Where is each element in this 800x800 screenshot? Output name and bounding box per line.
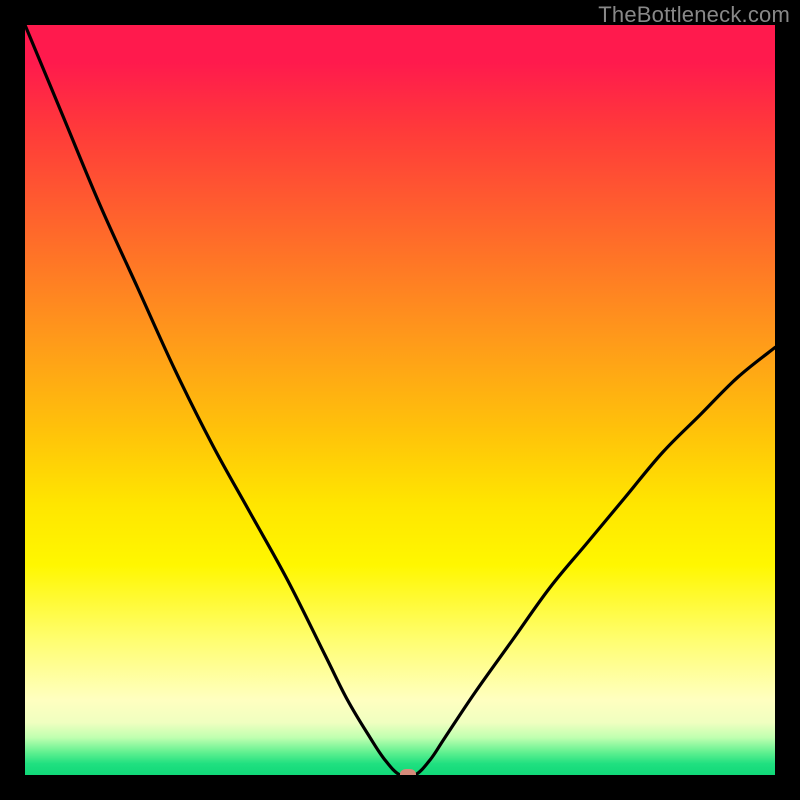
curve-layer xyxy=(25,25,775,775)
optimum-marker xyxy=(400,769,416,775)
plot-area xyxy=(25,25,775,775)
bottleneck-curve-line xyxy=(25,25,775,775)
bottleneck-chart: TheBottleneck.com xyxy=(0,0,800,800)
